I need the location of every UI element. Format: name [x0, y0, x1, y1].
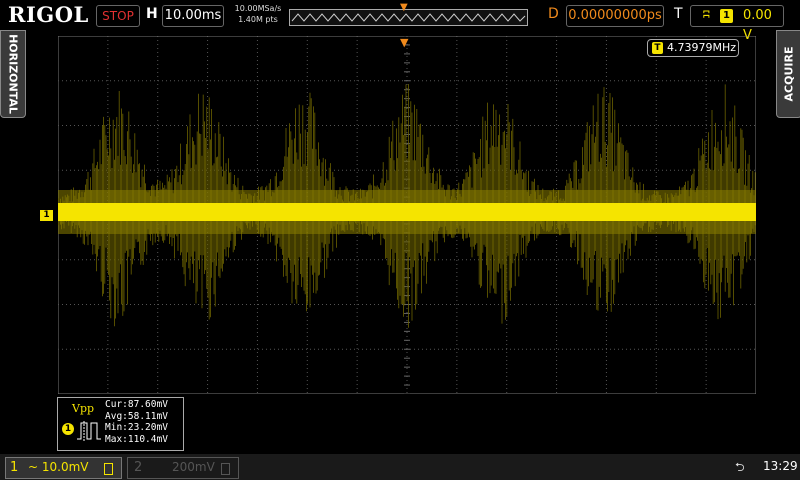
sample-rate: 10.00MSa/s: [234, 4, 282, 13]
channel-2-scale: 200mV: [172, 460, 215, 474]
channel-1-number: 1: [10, 460, 19, 475]
delay-label: D: [548, 6, 559, 22]
acquire-tab-label: ACQUIRE: [782, 46, 796, 102]
counter-icon: T: [652, 42, 663, 54]
memory-trigger-icon: ▼: [400, 2, 408, 13]
frequency-value: 4.73979MHz: [667, 41, 737, 54]
measurement-statistics: Cur:87.60mV Avg:58.11mV Min:23.20mV Max:…: [105, 399, 168, 445]
frequency-counter[interactable]: T 4.73979MHz: [647, 39, 739, 57]
usb-icon: ⮌: [735, 460, 745, 474]
timebase-value[interactable]: 10.00ms: [162, 5, 224, 27]
channel-2-bandwidth-icon: [221, 463, 230, 475]
measurement-name: Vpp: [72, 402, 95, 415]
trigger-delay-value[interactable]: 0.00000000ps: [566, 5, 664, 27]
channel-2-settings[interactable]: 2 200mV: [127, 457, 239, 479]
channel-1-scale: ~ 10.0mV: [28, 460, 89, 474]
measurement-average: Avg:58.11mV: [105, 410, 168, 422]
system-clock: 13:29: [763, 459, 798, 473]
trigger-position-icon[interactable]: ▼: [400, 36, 408, 49]
measurement-channel-badge: 1: [62, 423, 74, 435]
measurement-maximum: Max:110.4mV: [105, 433, 168, 445]
channel-2-number: 2: [134, 460, 143, 475]
run-stop-status[interactable]: STOP: [96, 5, 140, 27]
horizontal-menu-tab[interactable]: HORIZONTAL: [0, 30, 26, 118]
bandwidth-limit-icon: [104, 463, 113, 475]
trigger-source-badge: 1: [720, 9, 733, 23]
vpp-pulse-icon: [77, 421, 101, 441]
brand-logo: RIGOL: [8, 2, 89, 27]
acquisition-info: 10.00MSa/s 1.40M pts: [228, 3, 288, 25]
rising-edge-icon: ʭ: [703, 8, 710, 23]
trigger-settings[interactable]: ʭ 1 0.00 V: [690, 5, 784, 43]
waveform-core: [58, 203, 756, 221]
measurement-minimum: Min:23.20mV: [105, 422, 168, 433]
waveform-display[interactable]: [58, 36, 756, 394]
memory-depth: 1.40M pts: [238, 15, 278, 24]
acquire-menu-tab[interactable]: ACQUIRE: [776, 30, 800, 118]
measurement-panel[interactable]: Vpp 1 Cur:87.60mV Avg:58.11mV Min:23.20m…: [57, 397, 184, 451]
horizontal-label: H: [146, 6, 158, 22]
channel-1-offset-marker[interactable]: 1: [40, 210, 53, 221]
channel-1-settings[interactable]: 1 ~ 10.0mV: [5, 457, 122, 479]
top-status-bar: RIGOL STOP H 10.00ms 10.00MSa/s 1.40M pt…: [0, 0, 800, 43]
trigger-label: T: [674, 6, 683, 22]
memory-overview-bar: [289, 9, 528, 26]
memory-waveform-graphic: [291, 13, 526, 22]
channel-1-waveform: [58, 84, 756, 328]
horizontal-tab-label: HORIZONTAL: [6, 34, 20, 114]
bottom-status-bar: 1 ~ 10.0mV 2 200mV ⮌ 13:29: [0, 454, 800, 480]
measurement-current: Cur:87.60mV: [105, 399, 168, 410]
